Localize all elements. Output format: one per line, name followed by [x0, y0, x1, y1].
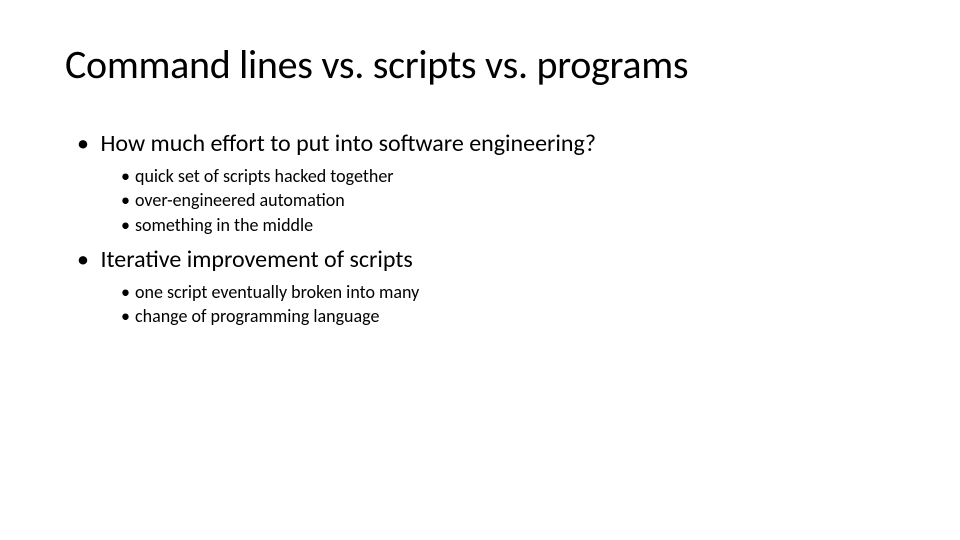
list-item: Iterative improvement of scripts one scr…: [83, 245, 895, 329]
bullet-text: one script eventually broken into many: [135, 281, 419, 303]
bullet-text: quick set of scripts hacked together: [135, 165, 394, 187]
bullet-text: something in the middle: [135, 214, 313, 236]
list-item: one script eventually broken into many: [125, 280, 895, 304]
list-item: How much effort to put into software eng…: [83, 129, 895, 237]
list-item: change of programming language: [125, 304, 895, 328]
bullet-text: change of programming language: [135, 305, 379, 327]
bullet-text: How much effort to put into software eng…: [100, 129, 596, 158]
list-item: over-engineered automation: [125, 188, 895, 212]
list-item: quick set of scripts hacked together: [125, 164, 895, 188]
bullets-level-2: one script eventually broken into many c…: [125, 280, 895, 329]
bullets-level-1: How much effort to put into software eng…: [83, 129, 895, 328]
slide-title: Command lines vs. scripts vs. programs: [65, 40, 895, 89]
list-item: something in the middle: [125, 213, 895, 237]
bullets-level-2: quick set of scripts hacked together ove…: [125, 164, 895, 237]
bullet-text: Iterative improvement of scripts: [100, 245, 412, 274]
bullet-text: over-engineered automation: [135, 189, 345, 211]
